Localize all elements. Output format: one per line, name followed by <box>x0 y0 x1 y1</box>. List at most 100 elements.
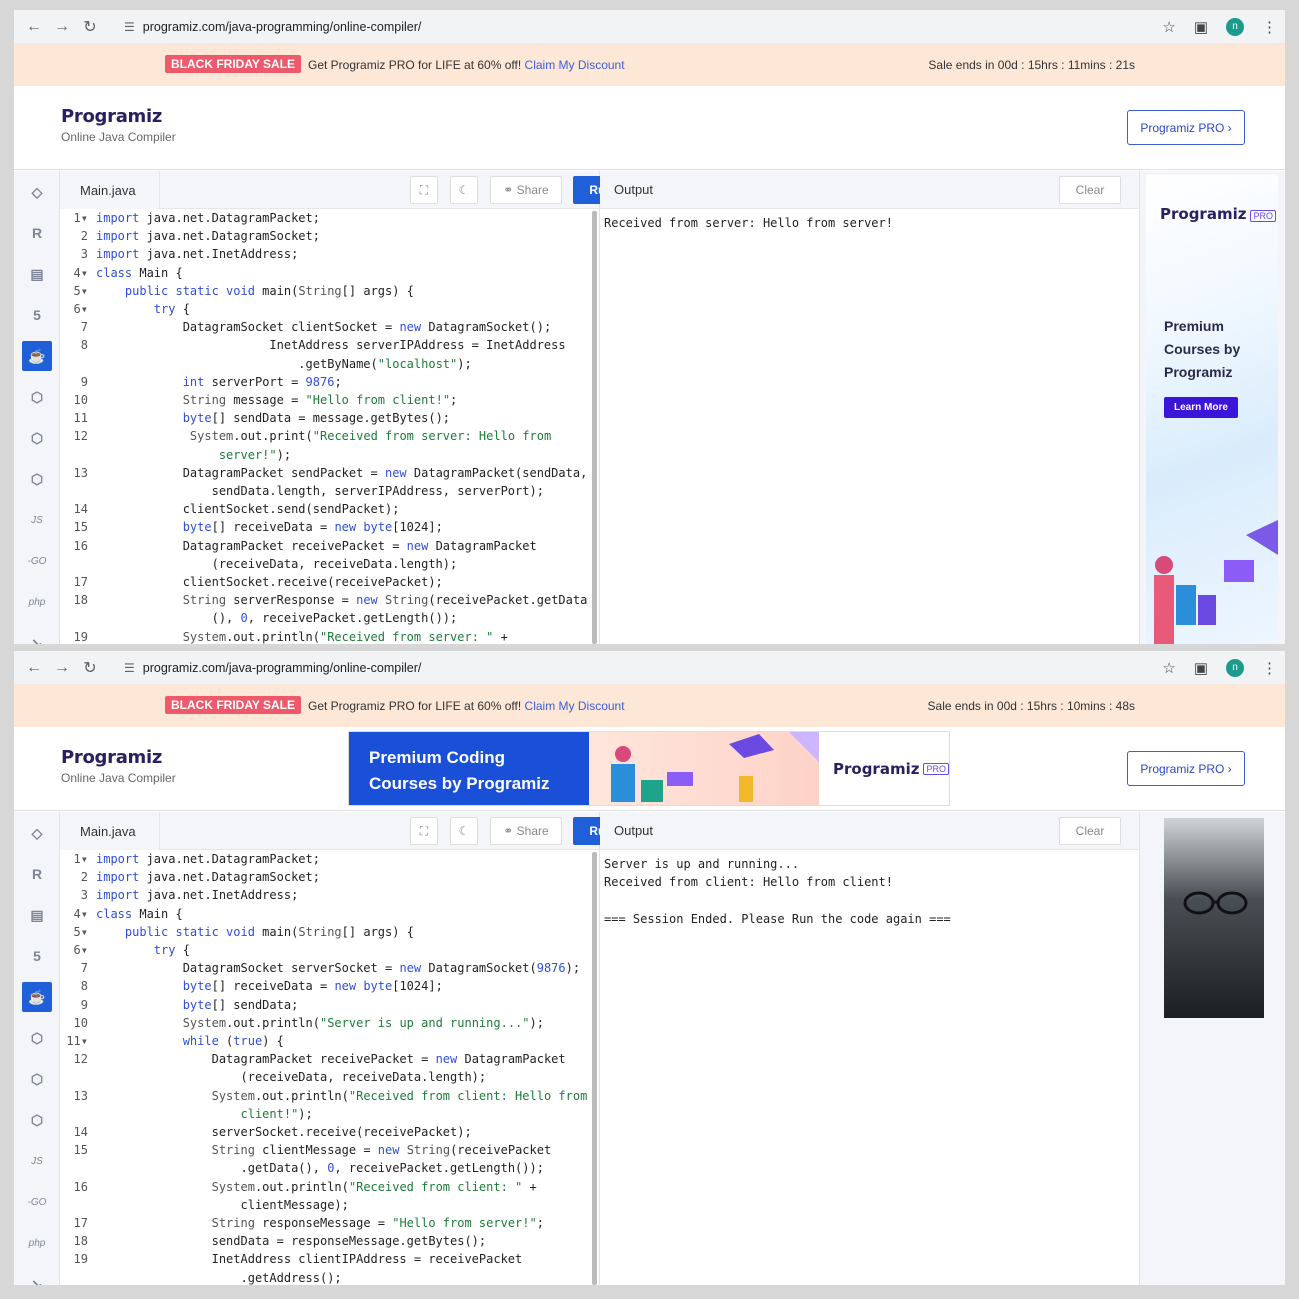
csharp-icon[interactable]: ⬡ <box>22 464 52 494</box>
bookmark-star-icon[interactable]: ☆ <box>1162 659 1175 677</box>
code-line[interactable]: 11▾ while (true) { <box>60 1032 593 1050</box>
python-icon[interactable]: ◇ <box>22 177 52 207</box>
code-line[interactable]: 3 import java.net.InetAddress; <box>60 886 593 904</box>
code-line[interactable]: .getByName("localhost"); <box>60 355 593 373</box>
fullscreen-icon[interactable]: ⛶ <box>410 176 438 204</box>
code-line[interactable]: 13 System.out.println("Received from cli… <box>60 1087 593 1105</box>
code-line[interactable]: 4▾ class Main { <box>60 905 593 923</box>
menu-kebab-icon[interactable]: ⋮ <box>1262 659 1277 677</box>
site-settings-icon[interactable]: ☰ <box>124 20 135 34</box>
back-icon[interactable]: ← <box>20 18 48 36</box>
code-line[interactable]: server!"); <box>60 446 593 464</box>
share-button[interactable]: ⚭ Share <box>490 176 562 204</box>
code-line[interactable]: 9 byte[] sendData; <box>60 996 593 1014</box>
address-bar[interactable]: ☰ programiz.com/java-programming/online-… <box>114 13 1165 40</box>
profile-avatar[interactable]: n <box>1226 658 1244 677</box>
code-line[interactable]: 18 sendData = responseMessage.getBytes()… <box>60 1232 593 1250</box>
code-line[interactable]: 6▾ try { <box>60 300 593 318</box>
code-line[interactable]: 7 DatagramSocket serverSocket = new Data… <box>60 959 593 977</box>
code-line[interactable]: 19 System.out.println("Received from ser… <box>60 628 593 644</box>
dark-mode-icon[interactable]: ☾ <box>450 176 478 204</box>
swift-icon[interactable]: ↘ <box>22 1269 52 1286</box>
code-editor[interactable]: Main.java ⛶ ☾ ⚭ Share Run 1▾ import java.… <box>60 171 629 644</box>
code-line[interactable]: 3 import java.net.InetAddress; <box>60 245 593 263</box>
code-line[interactable]: sendData.length, serverIPAddress, server… <box>60 482 593 500</box>
forward-icon[interactable]: → <box>48 659 76 677</box>
programiz-logo[interactable]: Programiz Online Java Compiler <box>61 747 176 785</box>
code-line[interactable]: 8 byte[] receiveData = new byte[1024]; <box>60 977 593 995</box>
profile-avatar[interactable]: n <box>1226 17 1244 36</box>
go-icon[interactable]: -GO <box>22 546 52 576</box>
editor-scrollbar[interactable] <box>592 211 597 644</box>
code-line[interactable]: 4▾ class Main { <box>60 264 593 282</box>
fullscreen-icon[interactable]: ⛶ <box>410 817 438 845</box>
programiz-pro-button[interactable]: Programiz PRO › <box>1127 110 1245 145</box>
site-settings-icon[interactable]: ☰ <box>124 661 135 675</box>
cpp-icon[interactable]: ⬡ <box>22 1064 52 1094</box>
code-line[interactable]: 5▾ public static void main(String[] args… <box>60 923 593 941</box>
js-icon[interactable]: JS <box>22 1146 52 1176</box>
file-tab-main-java[interactable]: Main.java <box>60 171 160 209</box>
programiz-logo[interactable]: Programiz Online Java Compiler <box>61 106 176 144</box>
code-line[interactable]: 2 import java.net.DatagramSocket; <box>60 868 593 886</box>
python-icon[interactable]: ◇ <box>22 818 52 848</box>
php-icon[interactable]: php <box>22 1228 52 1258</box>
html-icon[interactable]: 5 <box>22 300 52 330</box>
code-line[interactable]: 11 byte[] sendData = message.getBytes(); <box>60 409 593 427</box>
code-line[interactable]: clientMessage); <box>60 1196 593 1214</box>
java-icon[interactable]: ☕ <box>22 982 52 1012</box>
code-line[interactable]: 5▾ public static void main(String[] args… <box>60 282 593 300</box>
code-line[interactable]: 8 InetAddress serverIPAddress = InetAddr… <box>60 336 593 354</box>
code-line[interactable]: 2 import java.net.DatagramSocket; <box>60 227 593 245</box>
code-line[interactable]: 17 clientSocket.receive(receivePacket); <box>60 573 593 591</box>
code-line[interactable]: 16 DatagramPacket receivePacket = new Da… <box>60 537 593 555</box>
extensions-icon[interactable]: ▣ <box>1194 659 1208 677</box>
claim-discount-link[interactable]: Claim My Discount <box>525 699 625 713</box>
code-line[interactable]: .getAddress(); <box>60 1269 593 1285</box>
code-line[interactable]: 10 System.out.println("Server is up and … <box>60 1014 593 1032</box>
r-icon[interactable]: R <box>22 859 52 889</box>
clear-button[interactable]: Clear <box>1059 176 1121 204</box>
code-line[interactable]: 10 String message = "Hello from client!"… <box>60 391 593 409</box>
code-line[interactable]: 9 int serverPort = 9876; <box>60 373 593 391</box>
code-line[interactable]: 14 clientSocket.send(sendPacket); <box>60 500 593 518</box>
sql-icon[interactable]: ▤ <box>22 900 52 930</box>
header-ad-banner[interactable]: Premium Coding Courses by Programiz Progr… <box>348 731 950 806</box>
code-area[interactable]: 1▾ import java.net.DatagramPacket; 2 impor… <box>60 850 593 1285</box>
php-icon[interactable]: php <box>22 587 52 617</box>
file-tab-main-java[interactable]: Main.java <box>60 812 160 850</box>
code-line[interactable]: .getData(), 0, receivePacket.getLength()… <box>60 1159 593 1177</box>
reload-icon[interactable]: ↻ <box>76 658 104 678</box>
programiz-pro-button[interactable]: Programiz PRO › <box>1127 751 1245 786</box>
swift-icon[interactable]: ↘ <box>22 628 52 645</box>
html-icon[interactable]: 5 <box>22 941 52 971</box>
code-line[interactable]: client!"); <box>60 1105 593 1123</box>
claim-discount-link[interactable]: Claim My Discount <box>525 58 625 72</box>
c-icon[interactable]: ⬡ <box>22 382 52 412</box>
forward-icon[interactable]: → <box>48 18 76 36</box>
code-line[interactable]: 16 System.out.println("Received from cli… <box>60 1178 593 1196</box>
code-line[interactable]: (receiveData, receiveData.length); <box>60 1068 593 1086</box>
extensions-icon[interactable]: ▣ <box>1194 18 1208 36</box>
code-line[interactable]: (), 0, receivePacket.getLength()); <box>60 609 593 627</box>
reload-icon[interactable]: ↻ <box>76 17 104 37</box>
code-editor[interactable]: Main.java ⛶ ☾ ⚭ Share Run 1▾ import java.… <box>60 812 629 1285</box>
bookmark-star-icon[interactable]: ☆ <box>1162 18 1175 36</box>
code-line[interactable]: (receiveData, receiveData.length); <box>60 555 593 573</box>
cpp-icon[interactable]: ⬡ <box>22 423 52 453</box>
code-line[interactable]: 13 DatagramPacket sendPacket = new Datag… <box>60 464 593 482</box>
code-line[interactable]: 17 String responseMessage = "Hello from … <box>60 1214 593 1232</box>
code-area[interactable]: 1▾ import java.net.DatagramPacket; 2 impor… <box>60 209 593 644</box>
code-line[interactable]: 1▾ import java.net.DatagramPacket; <box>60 209 593 227</box>
promo-ad[interactable]: Programiz PRO Premium Courses by Programi… <box>1146 175 1278 644</box>
menu-kebab-icon[interactable]: ⋮ <box>1262 18 1277 36</box>
dark-mode-icon[interactable]: ☾ <box>450 817 478 845</box>
code-line[interactable]: 1▾ import java.net.DatagramPacket; <box>60 850 593 868</box>
code-line[interactable]: 19 InetAddress clientIPAddress = receive… <box>60 1250 593 1268</box>
back-icon[interactable]: ← <box>20 659 48 677</box>
code-line[interactable]: 12 System.out.print("Received from serve… <box>60 427 593 445</box>
code-line[interactable]: 15 String clientMessage = new String(rec… <box>60 1141 593 1159</box>
code-line[interactable]: 14 serverSocket.receive(receivePacket); <box>60 1123 593 1141</box>
code-line[interactable]: 15 byte[] receiveData = new byte[1024]; <box>60 518 593 536</box>
code-line[interactable]: 12 DatagramPacket receivePacket = new Da… <box>60 1050 593 1068</box>
